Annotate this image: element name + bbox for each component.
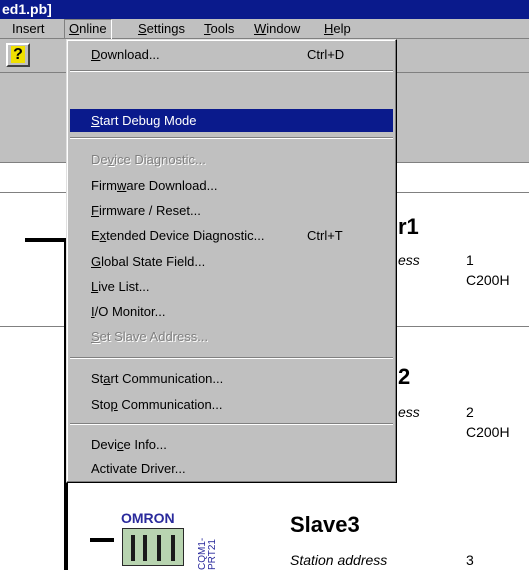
menu-window[interactable]: Window: [250, 19, 304, 39]
label-post: ice Diagnostic...: [114, 152, 206, 167]
menu-settings[interactable]: Settings: [134, 19, 189, 39]
mnemonic: a: [103, 371, 111, 386]
slave2-model: C200H: [466, 424, 510, 440]
mnemonic: F: [91, 203, 99, 218]
mnemonic: S: [91, 329, 100, 344]
label-post: Communication...: [117, 397, 223, 412]
omron-logo: OMRON: [121, 510, 175, 526]
menu-window-label: indow: [266, 21, 301, 36]
label-pre: E: [91, 228, 100, 243]
online-menu: Download... Ctrl+D Start Debug Mode Devi…: [66, 39, 397, 483]
label-post: tended Device Diagnostic...: [106, 228, 265, 243]
mnemonic: p: [110, 397, 118, 412]
menu-help-label: elp: [333, 21, 351, 36]
mnemonic: D: [91, 47, 101, 62]
module-label: CQM1-PRT21: [197, 537, 218, 570]
menu-item-download[interactable]: Download... Ctrl+D: [70, 43, 393, 66]
menu-item-io-monitor[interactable]: I/O Monitor...: [70, 300, 393, 323]
label-pre: Activate Driver...: [91, 461, 186, 476]
menu-insert-label: Insert: [12, 21, 45, 36]
menu-item-device-diagnostic: Device Diagnostic...: [70, 148, 393, 171]
menu-item-stop-communication[interactable]: Stop Communication...: [70, 393, 393, 416]
menu-item-extended-device-diagnostic[interactable]: Extended Device Diagnostic... Ctrl+T: [70, 224, 393, 247]
label-post: et Slave Address...: [99, 329, 209, 344]
slave3-title: Slave3: [290, 512, 360, 537]
label-post: rt Communication...: [110, 371, 224, 386]
menu-online[interactable]: Online: [64, 19, 112, 41]
label-post: e Info...: [123, 437, 167, 452]
menu-separator: [70, 357, 393, 359]
menu-separator: [70, 423, 393, 425]
menu-item-start-debug-mode[interactable]: Start Debug Mode: [70, 109, 393, 132]
label-post: /O Monitor...: [94, 304, 166, 319]
menu-window-mnemonic: W: [254, 21, 267, 36]
menu-item-device-info[interactable]: Device Info...: [70, 433, 393, 456]
slave1-label: ess: [398, 252, 420, 268]
label-pre: Sto: [91, 397, 111, 412]
menu-item-firmware-reset[interactable]: Firmware / Reset...: [70, 199, 393, 222]
menu-separator: [70, 137, 393, 139]
label-pre: De: [91, 152, 108, 167]
menu-item-set-slave-address: Set Slave Address...: [70, 325, 393, 348]
slave1-title: r1: [398, 214, 419, 239]
slave2-station: 2: [466, 404, 474, 420]
slave3-station: 3: [466, 552, 474, 568]
menu-bar: Insert Online Settings Tools Window Help: [0, 19, 529, 41]
menu-item-firmware-download[interactable]: Firmware Download...: [70, 174, 393, 197]
menu-separator: [70, 70, 393, 72]
label-pre: St: [91, 371, 104, 386]
label-post: are Download...: [126, 178, 218, 193]
label-post: irmware / Reset...: [98, 203, 201, 218]
menu-tools-label: ools: [210, 21, 235, 36]
shortcut-extended-diag: Ctrl+T: [307, 228, 343, 243]
slave1-station: 1: [466, 252, 474, 268]
label-pre: Firm: [91, 178, 117, 193]
label-post: ownload...: [100, 47, 160, 62]
slave3-station-label: Station address: [290, 552, 388, 568]
label-pre: Devi: [91, 437, 118, 452]
menu-item-live-list[interactable]: Live List...: [70, 275, 393, 298]
label-post: tart Debug Mode: [99, 113, 197, 128]
menu-help-mnemonic: H: [324, 21, 334, 36]
menu-settings-label: ettings: [146, 21, 185, 36]
label-post: ive List...: [98, 279, 150, 294]
slave2-label: ess: [398, 404, 420, 420]
mnemonic: G: [91, 254, 102, 269]
mnemonic: S: [91, 113, 100, 128]
menu-online-mnemonic: O: [69, 21, 80, 36]
shortcut-download: Ctrl+D: [307, 47, 345, 62]
menu-insert[interactable]: Insert: [8, 19, 49, 39]
slave1-model: C200H: [466, 272, 510, 288]
menu-tools[interactable]: Tools: [200, 19, 238, 39]
menu-item-global-state-field[interactable]: Global State Field...: [70, 250, 393, 273]
menu-online-label: nline: [79, 21, 107, 36]
slave2-title: 2: [398, 364, 411, 389]
window-title-bar: ed1.pb]: [0, 0, 529, 19]
help-button[interactable]: ?: [6, 43, 30, 67]
bus-stub-1: [25, 238, 68, 242]
help-icon: ?: [11, 46, 25, 63]
menu-item-start-communication[interactable]: Start Communication...: [70, 367, 393, 390]
menu-settings-mnemonic: S: [138, 21, 147, 36]
menu-item-activate-driver[interactable]: Activate Driver...: [70, 457, 393, 480]
menu-help[interactable]: Help: [320, 19, 355, 39]
window-title: ed1.pb]: [2, 1, 52, 17]
label-post: lobal State Field...: [101, 254, 206, 269]
mnemonic: w: [117, 178, 127, 193]
bus-stub-3: [90, 538, 114, 542]
plc-device-icon[interactable]: [122, 528, 184, 566]
